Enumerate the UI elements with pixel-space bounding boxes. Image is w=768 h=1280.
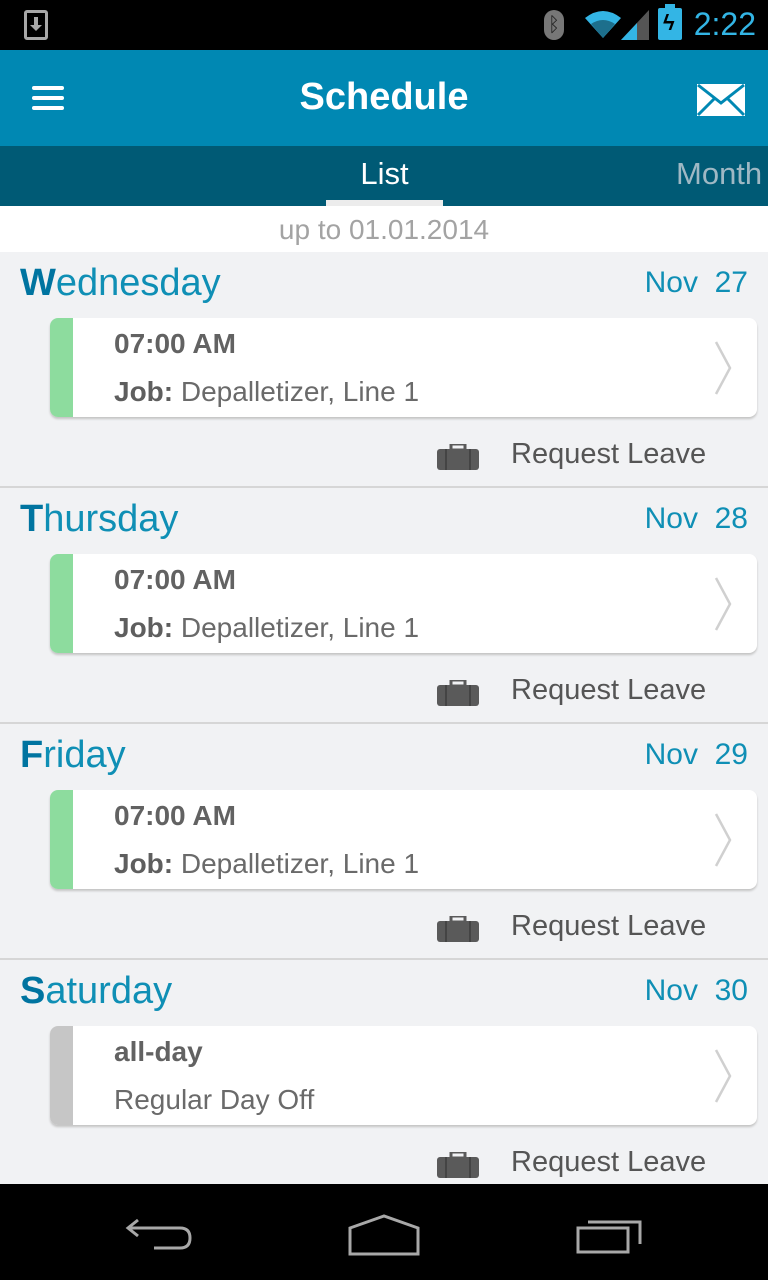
day-section: Saturday Nov 30 all-day Regular Day Off …: [0, 960, 768, 1184]
schedule-list[interactable]: up to 01.01.2014 Wednesday Nov 27 07:00 …: [0, 206, 768, 1184]
shift-status-strip: [50, 1026, 73, 1125]
tab-bar: List Month: [0, 146, 768, 206]
request-leave-label: Request Leave: [511, 1146, 707, 1178]
shift-time: 07:00 AM: [114, 564, 236, 595]
shift-status-strip: [50, 554, 73, 653]
cell-signal-icon: [621, 10, 649, 40]
day-section: Thursday Nov 28 07:00 AM Job: Depalletiz…: [0, 488, 768, 724]
back-icon[interactable]: [124, 1214, 196, 1254]
day-name: Saturday: [20, 970, 172, 1013]
day-rest: ednesday: [55, 262, 221, 304]
shift-job: Job: Depalletizer, Line 1: [114, 848, 419, 880]
recent-apps-icon[interactable]: [574, 1214, 646, 1256]
shift-card[interactable]: all-day Regular Day Off: [50, 1026, 757, 1125]
chevron-right-icon: [714, 813, 732, 867]
day-date: Nov 29: [645, 738, 748, 772]
mail-icon[interactable]: [696, 83, 746, 117]
day-rest: riday: [43, 734, 126, 776]
shift-card[interactable]: 07:00 AM Job: Depalletizer, Line 1: [50, 318, 757, 417]
system-nav-bar: [0, 1184, 768, 1280]
job-label: Job:: [114, 848, 174, 879]
shift-card[interactable]: 07:00 AM Job: Depalletizer, Line 1: [50, 790, 757, 889]
day-name: Thursday: [20, 498, 178, 541]
day-section: Friday Nov 29 07:00 AM Job: Depalletizer…: [0, 724, 768, 960]
day-name: Wednesday: [20, 262, 221, 305]
day-section: Wednesday Nov 27 07:00 AM Job: Depalleti…: [0, 252, 768, 488]
shift-time: 07:00 AM: [114, 800, 236, 831]
day-initial: T: [20, 498, 44, 540]
shift-status-strip: [50, 790, 73, 889]
day-initial: F: [20, 734, 44, 776]
battery-charging-icon: ϟ: [658, 4, 682, 40]
shift-time: 07:00 AM: [114, 328, 236, 359]
request-leave-label: Request Leave: [511, 910, 707, 942]
job-value: Depalletizer, Line 1: [173, 848, 420, 879]
chevron-right-icon: [714, 1049, 732, 1103]
wifi-icon: [585, 11, 621, 38]
briefcase-icon: [437, 680, 479, 706]
day-date: Nov 30: [645, 974, 748, 1008]
tab-month[interactable]: Month: [676, 156, 762, 192]
clock: 2:22: [693, 6, 756, 42]
day-initial: W: [20, 262, 56, 304]
day-initial: S: [20, 970, 46, 1012]
shift-job: Job: Depalletizer, Line 1: [114, 612, 419, 644]
month: Nov: [644, 502, 698, 535]
day-rest: aturday: [45, 970, 173, 1012]
status-bar: ᛒ ϟ 2:22: [0, 0, 768, 50]
job-label: Job:: [114, 376, 174, 407]
shift-card[interactable]: 07:00 AM Job: Depalletizer, Line 1: [50, 554, 757, 653]
range-label: up to 01.01.2014: [0, 206, 768, 252]
request-leave-label: Request Leave: [511, 674, 707, 706]
tab-list[interactable]: List: [326, 156, 443, 192]
shift-job: Job: Depalletizer, Line 1: [114, 376, 419, 408]
shift-status-strip: [50, 318, 73, 417]
date: 30: [714, 974, 748, 1007]
date: 28: [714, 502, 748, 535]
month: Nov: [644, 974, 698, 1007]
shift-job: Regular Day Off: [114, 1084, 314, 1116]
date: 27: [714, 266, 748, 299]
page-title: Schedule: [299, 76, 469, 118]
day-name: Friday: [20, 734, 126, 777]
job-value: Depalletizer, Line 1: [173, 376, 420, 407]
date: 29: [714, 738, 748, 771]
job-value: Regular Day Off: [114, 1084, 315, 1115]
briefcase-icon: [437, 1152, 479, 1178]
month: Nov: [644, 738, 698, 771]
job-value: Depalletizer, Line 1: [173, 612, 420, 643]
day-date: Nov 28: [645, 502, 748, 536]
home-icon[interactable]: [346, 1214, 422, 1258]
download-notification-icon: [24, 10, 48, 40]
day-date: Nov 27: [645, 266, 748, 300]
chevron-right-icon: [714, 341, 732, 395]
month: Nov: [644, 266, 698, 299]
request-leave-label: Request Leave: [511, 438, 707, 470]
shift-time: all-day: [114, 1036, 203, 1067]
app-bar: Schedule: [0, 50, 768, 146]
bluetooth-icon: ᛒ: [544, 10, 564, 40]
day-rest: hursday: [43, 498, 179, 540]
briefcase-icon: [437, 916, 479, 942]
chevron-right-icon: [714, 577, 732, 631]
briefcase-icon: [437, 444, 479, 470]
job-label: Job:: [114, 612, 174, 643]
